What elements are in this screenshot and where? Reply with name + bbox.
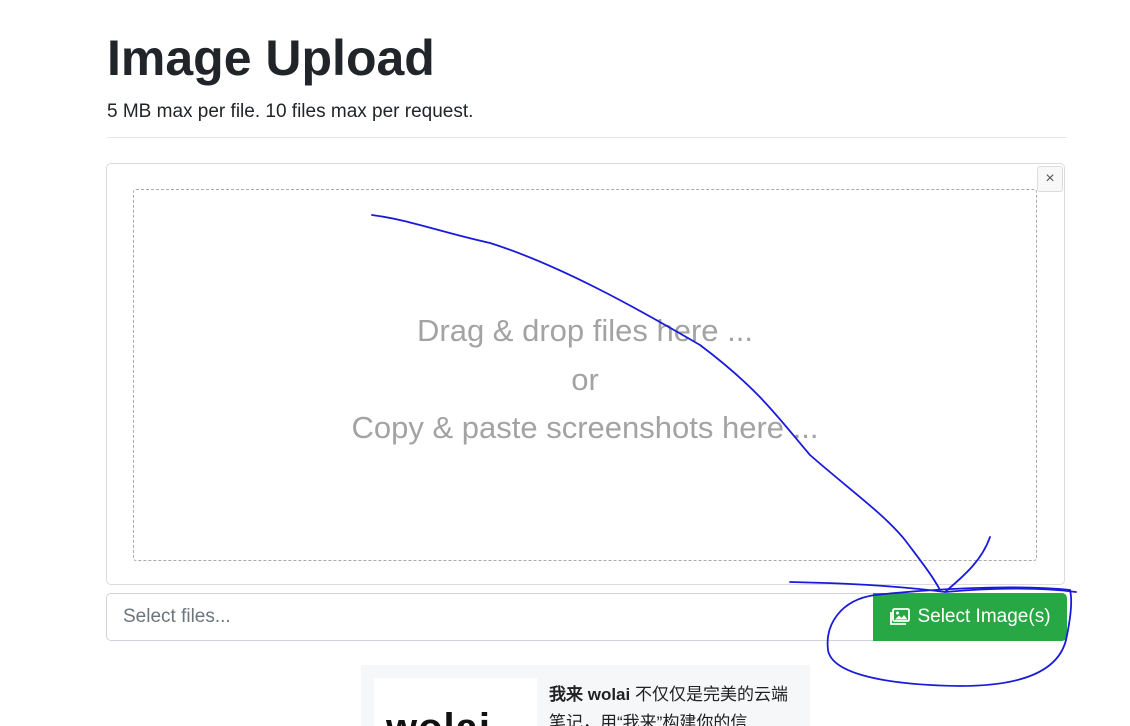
- drop-zone-paste-instruction: Copy & paste screenshots here ...: [351, 410, 819, 445]
- wolai-logo: wolai: [374, 678, 537, 726]
- drop-zone-instruction: Drag & drop files here ...: [417, 313, 753, 348]
- page: Image Upload 5 MB max per file. 10 files…: [0, 0, 1130, 726]
- upload-panel: Drag & drop files here ... or Copy & pas…: [106, 163, 1065, 585]
- ad-banner[interactable]: wolai 我来 wolai 不仅仅是完美的云端笔记，用“我来”构建你的信: [361, 665, 810, 726]
- clear-button[interactable]: ×: [1037, 166, 1063, 192]
- ad-brand: 我来 wolai: [549, 685, 631, 704]
- ad-description: 我来 wolai 不仅仅是完美的云端笔记，用“我来”构建你的信: [549, 681, 794, 726]
- select-images-button[interactable]: Select Image(s): [873, 593, 1067, 641]
- page-subtitle: 5 MB max per file. 10 files max per requ…: [107, 101, 474, 122]
- drop-zone[interactable]: Drag & drop files here ... or Copy & pas…: [133, 189, 1037, 561]
- close-icon: ×: [1045, 170, 1055, 187]
- file-caption-input[interactable]: [106, 593, 874, 641]
- file-input-group: Select Image(s): [106, 593, 1067, 641]
- drop-zone-or: or: [571, 362, 599, 397]
- divider: [107, 137, 1067, 138]
- images-icon: [889, 608, 911, 626]
- select-images-label: Select Image(s): [917, 606, 1051, 627]
- page-title: Image Upload: [107, 30, 435, 86]
